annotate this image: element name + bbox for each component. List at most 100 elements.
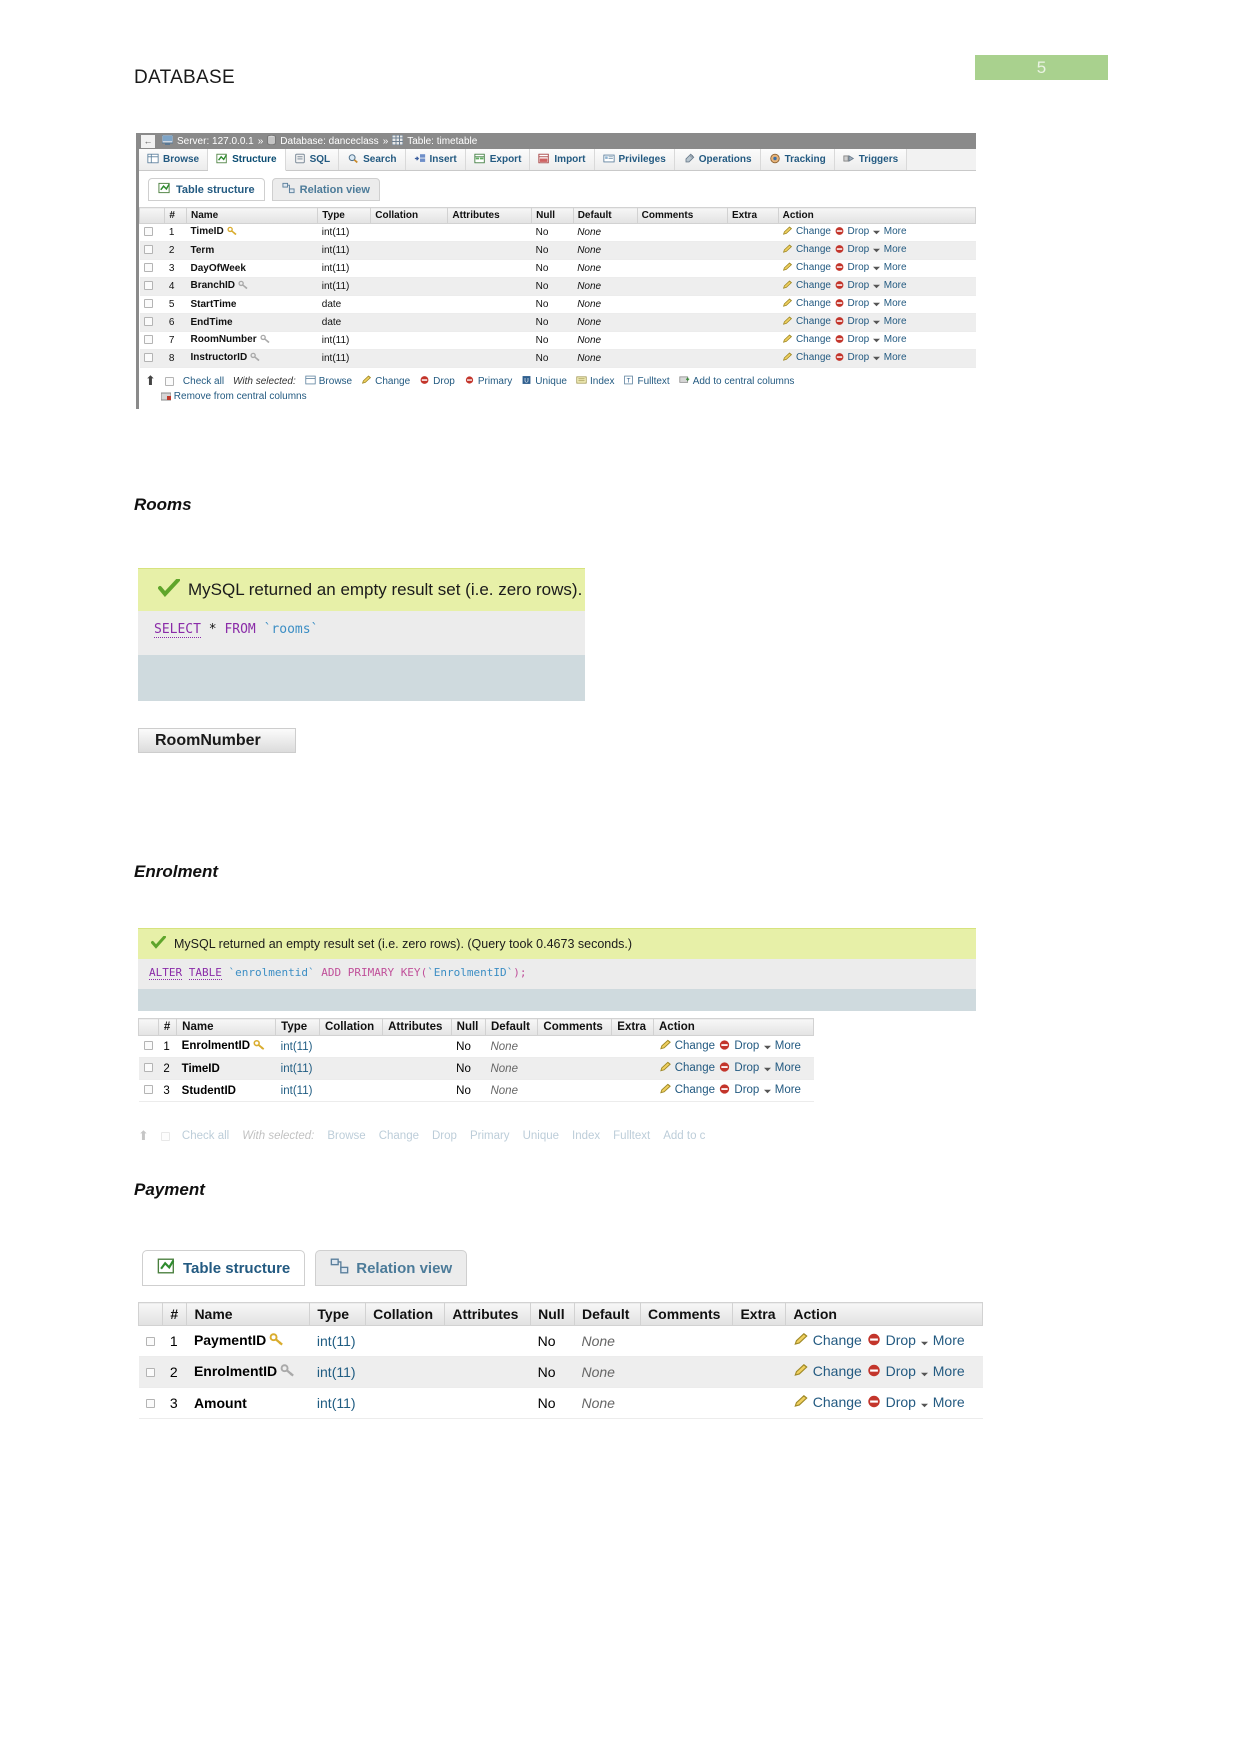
col-header-collation[interactable]: Collation xyxy=(318,1018,384,1036)
row-action-cell[interactable]: Change Drop More xyxy=(653,1035,814,1058)
tab-insert[interactable]: Insert xyxy=(405,149,466,170)
drop-icon[interactable] xyxy=(834,244,845,257)
pencil-icon[interactable] xyxy=(659,1083,672,1098)
pencil-icon[interactable] xyxy=(659,1061,672,1076)
more-link[interactable]: More xyxy=(775,1062,801,1074)
row-checkbox-cell[interactable] xyxy=(139,259,165,278)
row-checkbox[interactable] xyxy=(143,316,153,326)
footer-action-unique[interactable]: U Unique xyxy=(521,375,567,388)
subtab-relation-view[interactable]: Relation view xyxy=(271,178,380,201)
row-checkbox[interactable] xyxy=(145,1368,155,1377)
drop-icon[interactable] xyxy=(718,1039,731,1054)
row-checkbox[interactable] xyxy=(143,352,153,362)
more-link[interactable]: More xyxy=(933,1332,965,1348)
drop-link[interactable]: Drop xyxy=(848,262,870,273)
more-link[interactable]: More xyxy=(884,298,907,309)
row-action-cell[interactable]: Change Drop More xyxy=(785,1387,983,1419)
table-row[interactable]: 3 Amount int(11) No None Change Drop More xyxy=(138,1387,983,1419)
col-header-comments[interactable]: Comments xyxy=(640,1302,734,1326)
drop-icon[interactable] xyxy=(834,226,845,239)
chevron-down-icon[interactable] xyxy=(872,228,881,239)
tab-operations[interactable]: Operations xyxy=(674,149,761,170)
row-checkbox-cell[interactable] xyxy=(139,349,165,368)
col-header-collation[interactable]: Collation xyxy=(365,1302,446,1326)
table-row[interactable]: 2 EnrolmentID int(11) No None Change Drop Mo… xyxy=(138,1356,983,1388)
drop-icon[interactable] xyxy=(718,1061,731,1076)
more-link[interactable]: More xyxy=(884,244,907,255)
col-header-type[interactable]: Type xyxy=(309,1302,367,1326)
drop-link[interactable]: Drop xyxy=(734,1040,759,1052)
tab-sql[interactable]: SQL xyxy=(285,149,340,170)
row-checkbox-cell[interactable] xyxy=(138,1325,163,1357)
tab-import[interactable]: Import xyxy=(530,149,595,170)
more-link[interactable]: More xyxy=(884,316,907,327)
drop-link[interactable]: Drop xyxy=(848,316,870,327)
change-link[interactable]: Change xyxy=(796,334,831,345)
change-link[interactable]: Change xyxy=(796,280,831,291)
tab-privileges[interactable]: Privileges xyxy=(594,149,675,170)
check-all-label[interactable]: Check all xyxy=(183,376,224,387)
pencil-icon[interactable] xyxy=(782,316,793,329)
row-action-cell[interactable]: Change Drop More xyxy=(653,1079,814,1102)
col-header-extra[interactable]: Extra xyxy=(611,1018,654,1036)
drop-icon[interactable] xyxy=(834,352,845,365)
chevron-down-icon[interactable] xyxy=(763,1042,772,1054)
table-row[interactable]: 3 StudentID int(11) No None Change Drop More xyxy=(138,1079,814,1102)
col-header-attributes[interactable]: Attributes xyxy=(447,207,533,224)
check-all-checkbox[interactable] xyxy=(164,376,174,386)
row-checkbox-cell[interactable] xyxy=(138,1057,159,1080)
row-action-cell[interactable]: Change Drop More xyxy=(785,1356,983,1388)
chevron-down-icon[interactable] xyxy=(872,246,881,257)
drop-icon[interactable] xyxy=(834,334,845,347)
row-checkbox[interactable] xyxy=(143,244,153,254)
drop-link[interactable]: Drop xyxy=(886,1332,916,1348)
row-action-cell[interactable]: Change Drop More xyxy=(778,295,976,314)
row-action-cell[interactable]: Change Drop More xyxy=(653,1057,814,1080)
row-action-cell[interactable]: Change Drop More xyxy=(778,331,976,350)
row-checkbox-cell[interactable] xyxy=(138,1356,163,1388)
col-header-extra[interactable]: Extra xyxy=(727,207,779,224)
subtab-table-structure[interactable]: Table structure xyxy=(142,1250,306,1286)
col-header-type[interactable]: Type xyxy=(317,207,372,224)
more-link[interactable]: More xyxy=(933,1363,965,1379)
row-action-cell[interactable]: Change Drop More xyxy=(778,259,976,278)
row-checkbox[interactable] xyxy=(143,262,153,272)
row-checkbox-cell[interactable] xyxy=(139,277,165,296)
tab-search[interactable]: Search xyxy=(339,149,406,170)
table-row[interactable]: 2 Term int(11) No None Change Drop More xyxy=(139,241,976,260)
remove-central-columns-row[interactable]: Remove from central columns xyxy=(139,391,976,409)
chevron-down-icon[interactable] xyxy=(920,1365,929,1381)
footer-action-fulltext[interactable]: T Fulltext xyxy=(623,375,670,388)
row-checkbox[interactable] xyxy=(143,1084,153,1094)
chevron-down-icon[interactable] xyxy=(872,300,881,311)
table-row[interactable]: 7 RoomNumber int(11) No None Change Drop Mor… xyxy=(139,331,976,350)
row-checkbox-cell[interactable] xyxy=(139,331,165,350)
row-action-cell[interactable]: Change Drop More xyxy=(778,223,976,242)
breadcrumb-server[interactable]: Server: 127.0.0.1 xyxy=(177,136,254,147)
change-link[interactable]: Change xyxy=(675,1084,715,1096)
col-header-attributes[interactable]: Attributes xyxy=(382,1018,452,1036)
table-row[interactable]: 1 PaymentID int(11) No None Change Drop More xyxy=(138,1325,983,1357)
more-link[interactable]: More xyxy=(884,334,907,345)
row-checkbox[interactable] xyxy=(143,298,153,308)
col-header-comments[interactable]: Comments xyxy=(636,207,729,224)
col-header-action[interactable]: Action xyxy=(785,1302,983,1326)
more-link[interactable]: More xyxy=(884,352,907,363)
more-link[interactable]: More xyxy=(884,262,907,273)
subtab-relation-view[interactable]: Relation view xyxy=(315,1250,468,1286)
check-all-checkbox[interactable] xyxy=(160,1131,170,1141)
drop-icon[interactable] xyxy=(834,316,845,329)
pencil-icon[interactable] xyxy=(793,1332,809,1350)
change-link[interactable]: Change xyxy=(796,244,831,255)
footer-action-index[interactable]: Index xyxy=(576,375,614,388)
row-checkbox-cell[interactable] xyxy=(138,1387,163,1419)
footer-action-primary[interactable]: Primary xyxy=(464,375,512,388)
drop-link[interactable]: Drop xyxy=(734,1062,759,1074)
row-action-cell[interactable]: Change Drop More xyxy=(778,241,976,260)
drop-link[interactable]: Drop xyxy=(848,298,870,309)
col-header-null[interactable]: Null xyxy=(450,1018,486,1036)
col-header-num[interactable]: # xyxy=(162,1302,188,1326)
row-checkbox[interactable] xyxy=(145,1337,155,1346)
row-checkbox-cell[interactable] xyxy=(138,1035,159,1058)
chevron-down-icon[interactable] xyxy=(763,1086,772,1098)
